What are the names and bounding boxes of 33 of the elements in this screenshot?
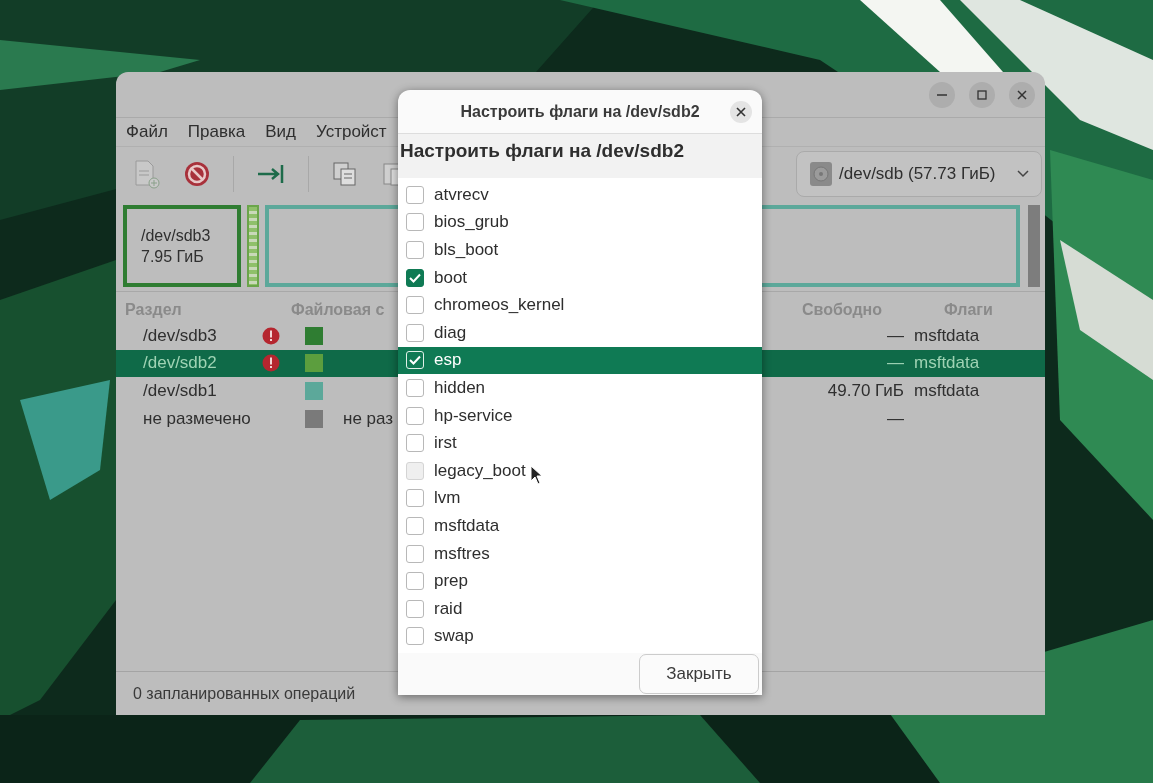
flag-label: esp <box>434 350 462 371</box>
free-space: — <box>887 353 904 373</box>
flag-label: hp-service <box>434 405 513 426</box>
flag-label: msftdata <box>434 515 500 536</box>
flag-label: raid <box>434 598 463 619</box>
flag-label: bls_boot <box>434 240 499 260</box>
free-space: — <box>887 408 904 428</box>
flag-label: atvrecv <box>434 184 489 205</box>
filesystem-name: не раз <box>343 408 394 428</box>
flag-label: diag <box>434 322 467 343</box>
flag-label: msftres <box>434 543 490 564</box>
flag-label: bios_grub <box>434 212 509 233</box>
partition-name: /dev/sdb2 <box>142 353 218 374</box>
flag-label: chromeos_kernel <box>434 295 565 316</box>
flag-label: legacy_boot <box>434 460 526 481</box>
partition-name: /dev/sdb1 <box>142 381 218 401</box>
status-text: 0 запланированных операций <box>133 684 356 703</box>
partition-flags: msftdata <box>914 381 980 400</box>
flag-label: irst <box>434 433 457 454</box>
partition-label: /dev/sdb3 7.95 ГиБ <box>141 226 211 267</box>
flag-label: hidden <box>434 377 486 398</box>
flag-label: lvm <box>434 488 461 509</box>
dialog-heading: Настроить флаги на /dev/sdb2 <box>398 134 762 178</box>
free-space: — <box>887 325 904 345</box>
flag-label: swap <box>434 626 474 647</box>
free-space: 49.70 ГиБ <box>827 381 904 400</box>
partition-name: не размечено <box>142 408 252 429</box>
partition-flags: msftdata <box>914 353 980 373</box>
flag-label: prep <box>434 571 469 592</box>
partition-flags: msftdata <box>914 325 980 345</box>
dialog-title: Настроить флаги на /dev/sdb2 <box>460 102 700 121</box>
flag-label: boot <box>434 267 468 288</box>
partition-name: /dev/sdb3 <box>142 325 218 346</box>
